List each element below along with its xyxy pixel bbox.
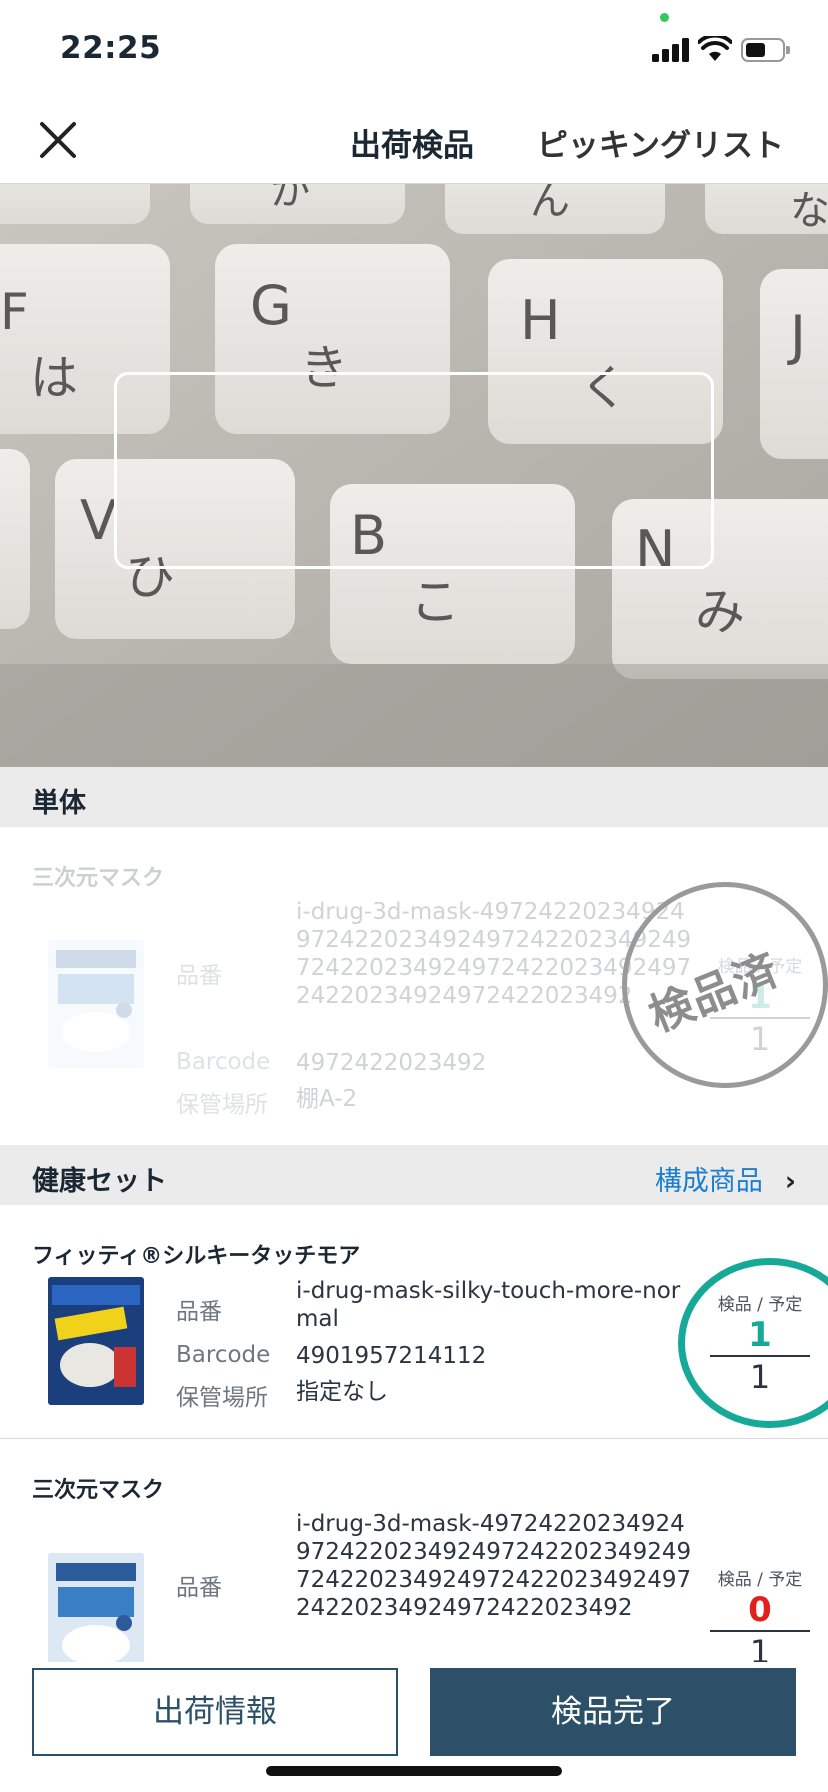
section-header-single: 単体 bbox=[0, 767, 828, 827]
close-icon[interactable] bbox=[36, 118, 80, 162]
svg-text:H: H bbox=[520, 289, 561, 352]
barcode-label: Barcode bbox=[176, 1049, 271, 1075]
svg-text:F: F bbox=[0, 283, 29, 341]
barcode-value: 4901957214112 bbox=[296, 1343, 487, 1369]
stamp-text: 検品済 bbox=[642, 944, 787, 1043]
section-title: 健康セット bbox=[32, 1166, 167, 1197]
quantity-indicator: 検品 / 予定 0 1 bbox=[708, 1565, 812, 1672]
section-header-health-set: 健康セット 構成商品 › bbox=[0, 1145, 828, 1205]
page-title: 出荷検品 bbox=[350, 128, 474, 164]
battery-icon bbox=[741, 38, 790, 62]
status-time: 22:25 bbox=[60, 30, 162, 66]
part-no-label: 品番 bbox=[176, 1575, 222, 1601]
item-name: 三次元マスク bbox=[32, 1478, 165, 1503]
item-name: フィッティ®シルキータッチモア bbox=[32, 1244, 361, 1269]
home-indicator[interactable] bbox=[266, 1766, 562, 1776]
signal-icon bbox=[652, 38, 690, 62]
location-value: 指定なし bbox=[296, 1379, 388, 1405]
nav-bar: 出荷検品 ピッキングリスト bbox=[0, 96, 828, 184]
part-no-label: 品番 bbox=[176, 963, 222, 989]
svg-text:は: は bbox=[30, 350, 78, 406]
svg-text:J: J bbox=[787, 304, 806, 367]
svg-text:ん: ん bbox=[530, 184, 570, 224]
product-thumbnail bbox=[48, 940, 144, 1068]
svg-text:こ: こ bbox=[410, 573, 460, 631]
inspection-complete-button[interactable]: 検品完了 bbox=[430, 1668, 796, 1756]
camera-scan-view[interactable]: F は G き H く J V ひ B こ N み か ん な bbox=[0, 184, 828, 767]
product-thumbnail bbox=[48, 1277, 144, 1405]
status-bar: 22:25 bbox=[0, 0, 828, 96]
svg-text:G: G bbox=[250, 274, 292, 337]
qty-inspected: 0 bbox=[748, 1590, 772, 1630]
part-no-value: i-drug-mask-silky-touch-more-normal bbox=[296, 1278, 681, 1332]
scan-frame bbox=[114, 372, 714, 569]
part-no-value: i-drug-3d-mask-4972422023492497242202349… bbox=[296, 1511, 692, 1621]
svg-text:V: V bbox=[80, 489, 117, 552]
shipping-info-button[interactable]: 出荷情報 bbox=[32, 1668, 398, 1756]
item-name: 三次元マスク bbox=[32, 866, 165, 891]
location-label: 保管場所 bbox=[176, 1385, 268, 1411]
inspected-complete-ring bbox=[678, 1258, 828, 1428]
camera-in-use-indicator bbox=[660, 13, 669, 22]
barcode-label: Barcode bbox=[176, 1342, 271, 1368]
location-value: 棚A-2 bbox=[296, 1086, 358, 1112]
picking-list-button[interactable]: ピッキングリスト bbox=[537, 120, 784, 165]
inspected-stamp: 検品済 bbox=[622, 882, 828, 1088]
product-thumbnail bbox=[48, 1553, 144, 1668]
components-link-label: 構成商品 bbox=[654, 1166, 763, 1197]
wifi-icon bbox=[698, 36, 732, 61]
svg-text:み: み bbox=[695, 583, 745, 641]
part-no-label: 品番 bbox=[176, 1299, 222, 1325]
location-label: 保管場所 bbox=[176, 1092, 268, 1118]
divider bbox=[0, 1438, 828, 1439]
svg-text:な: な bbox=[790, 188, 828, 234]
qty-header: 検品 / 予定 bbox=[717, 1570, 803, 1590]
section-title: 単体 bbox=[32, 788, 86, 819]
svg-text:か: か bbox=[270, 184, 310, 214]
barcode-value: 4972422023492 bbox=[296, 1050, 487, 1076]
components-link[interactable]: 構成商品 › bbox=[655, 1159, 796, 1198]
chevron-right-icon: › bbox=[784, 1166, 796, 1197]
